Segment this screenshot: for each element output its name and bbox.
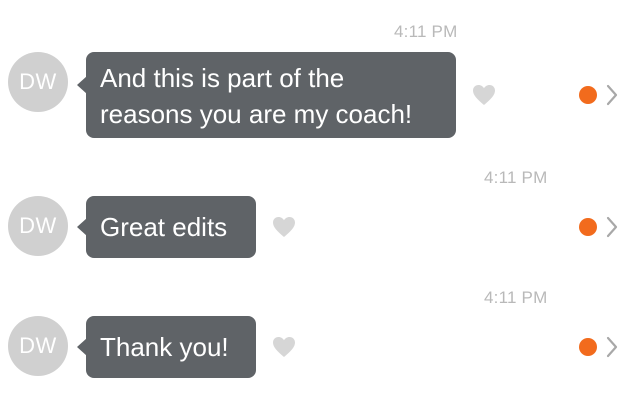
message-text-line: And this is part of the bbox=[100, 63, 345, 93]
avatar-initials: DW bbox=[19, 213, 57, 238]
status-dot-icon bbox=[579, 86, 597, 104]
avatar[interactable]: DW bbox=[8, 52, 68, 112]
message-bubble[interactable]: Thank you! bbox=[77, 316, 256, 378]
heart-icon[interactable] bbox=[272, 216, 296, 238]
heart-icon[interactable] bbox=[272, 336, 296, 358]
message-bubble[interactable]: .b1::before{top:26px;} And this is part … bbox=[77, 52, 456, 138]
chevron-right-icon[interactable] bbox=[605, 336, 619, 358]
message-timestamp: 4:11 PM bbox=[484, 288, 548, 307]
message-timestamp: 4:11 PM bbox=[484, 168, 548, 187]
avatar-initials: DW bbox=[19, 69, 57, 94]
avatar[interactable]: DW bbox=[8, 196, 68, 256]
avatar-initials: DW bbox=[19, 333, 57, 358]
chevron-right-icon[interactable] bbox=[605, 84, 619, 106]
chevron-right-icon[interactable] bbox=[605, 216, 619, 238]
heart-icon[interactable] bbox=[472, 84, 496, 106]
status-dot-icon bbox=[579, 218, 597, 236]
message-bubble[interactable]: Great edits bbox=[77, 196, 256, 258]
message-text-line: Thank you! bbox=[100, 332, 229, 362]
status-dot-icon bbox=[579, 338, 597, 356]
message-timestamp: 4:11 PM bbox=[394, 22, 458, 41]
message-text-line: reasons you are my coach! bbox=[100, 99, 413, 129]
message-thread: 4:11 PM DW .b1::before{top:26px;} And th… bbox=[0, 0, 640, 420]
avatar[interactable]: DW bbox=[8, 316, 68, 376]
message-text-line: Great edits bbox=[100, 212, 228, 242]
